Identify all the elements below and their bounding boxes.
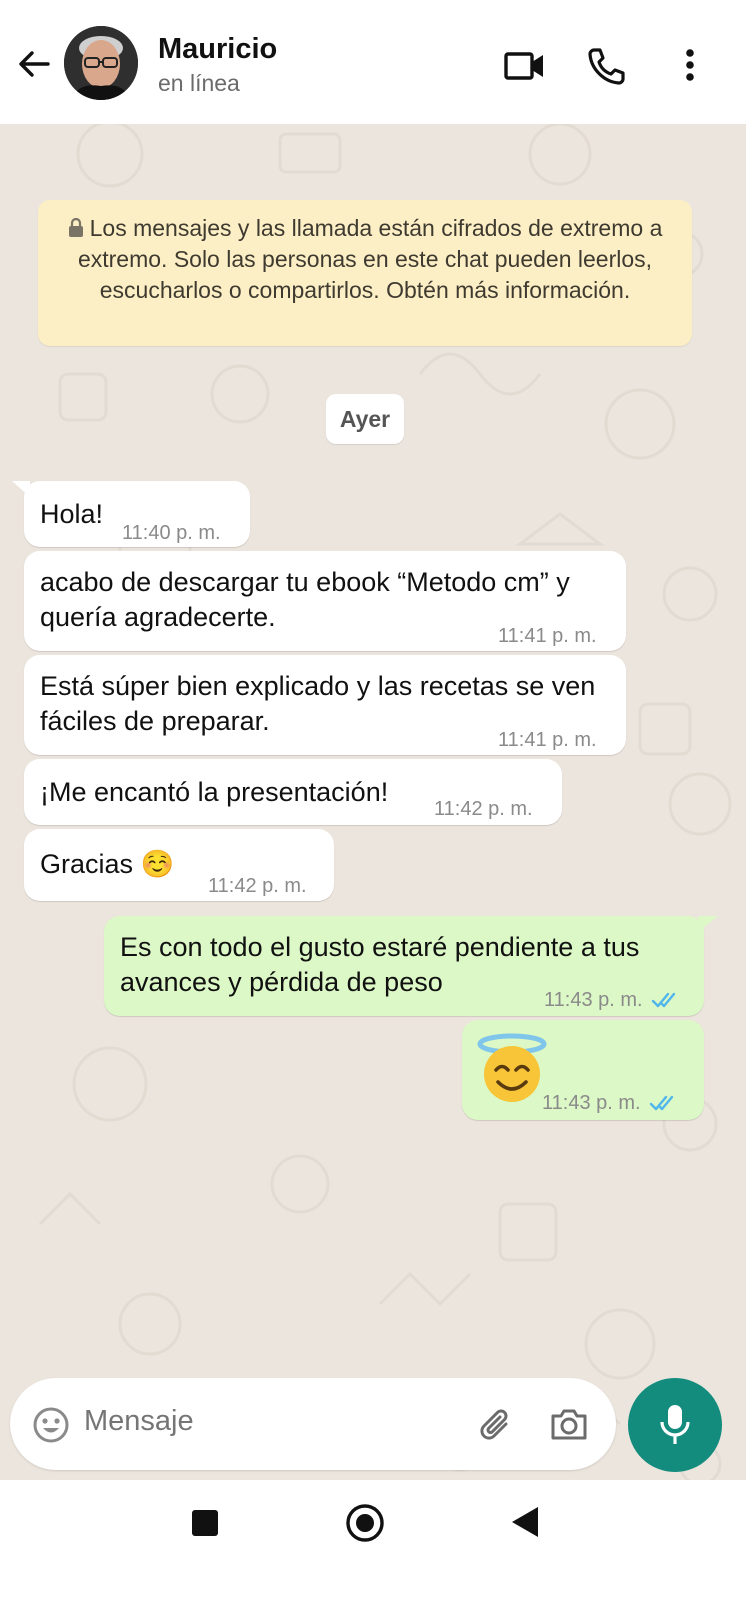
message-time: 11:42 p. m. — [434, 798, 533, 820]
message-bubble-incoming[interactable]: Gracias ☺️ 11:42 p. m. — [24, 829, 334, 901]
message-input[interactable] — [84, 1405, 464, 1438]
avatar[interactable] — [64, 26, 138, 100]
phone-icon[interactable] — [584, 44, 628, 88]
read-receipt-icon — [651, 992, 675, 1008]
message-bubble-incoming[interactable]: acabo de descargar tu ebook “Metodo cm” … — [24, 551, 626, 651]
date-chip: Ayer — [326, 394, 404, 444]
microphone-icon — [660, 1405, 690, 1444]
message-bubble-incoming[interactable]: Hola! 11:40 p. m. — [24, 481, 250, 547]
message-text: Hola! — [40, 499, 104, 529]
avatar-photo — [64, 26, 138, 100]
message-bubble-incoming[interactable]: ¡Me encantó la presentación! 11:42 p. m. — [24, 759, 562, 825]
read-receipt-icon — [649, 1095, 673, 1111]
encryption-notice-text: Los mensajes y las llamada están cifrado… — [77, 215, 663, 303]
message-time: 11:43 p. m. — [542, 1092, 641, 1114]
back-nav-icon[interactable] — [508, 1504, 542, 1540]
message-time: 11:40 p. m. — [122, 522, 221, 544]
lock-icon — [68, 218, 83, 237]
message-time-row: 11:43 p. m. — [544, 983, 679, 1018]
video-call-icon[interactable] — [502, 44, 546, 88]
message-time: 11:43 p. m. — [544, 989, 643, 1011]
message-time: 11:41 p. m. — [498, 729, 597, 751]
encryption-notice[interactable]: Los mensajes y las llamada están cifrado… — [38, 200, 692, 346]
message-time-row: 11:43 p. m. — [542, 1086, 677, 1121]
message-bubble-outgoing[interactable]: 11:43 p. m. — [462, 1020, 704, 1120]
contact-name[interactable]: Mauricio — [158, 33, 277, 66]
voice-message-button[interactable] — [628, 1378, 722, 1472]
halo-emoji-icon — [477, 1033, 547, 1102]
message-text: Gracias ☺️ — [40, 849, 175, 879]
message-time: 11:42 p. m. — [208, 875, 307, 897]
emoji-icon[interactable] — [32, 1406, 70, 1444]
camera-icon[interactable] — [548, 1404, 590, 1444]
message-bubble-incoming[interactable]: Está súper bien explicado y las recetas … — [24, 655, 626, 755]
recents-icon[interactable] — [190, 1508, 220, 1538]
more-vert-icon[interactable] — [668, 44, 712, 88]
back-arrow-icon[interactable] — [14, 44, 54, 84]
message-text: ¡Me encantó la presentación! — [40, 777, 389, 807]
system-nav-bar — [0, 1480, 746, 1600]
message-time: 11:41 p. m. — [498, 625, 597, 647]
attach-icon[interactable] — [476, 1404, 516, 1444]
contact-status: en línea — [158, 70, 240, 96]
chat-header: Mauricio en línea — [0, 0, 746, 124]
home-icon[interactable] — [344, 1502, 386, 1544]
message-bubble-outgoing[interactable]: Es con todo el gusto estaré pendiente a … — [104, 916, 704, 1016]
